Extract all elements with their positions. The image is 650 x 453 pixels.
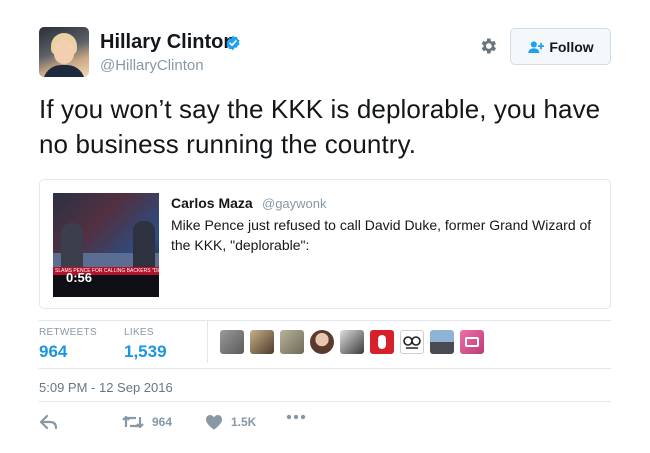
liker-avatar[interactable] bbox=[370, 330, 394, 354]
add-user-icon bbox=[528, 40, 545, 53]
timestamp[interactable]: 5:09 PM - 12 Sep 2016 bbox=[39, 380, 173, 395]
liker-avatar[interactable] bbox=[460, 330, 484, 354]
video-thumbnail[interactable]: SLAMS PENCE FOR CALLING BACKERS "DEPLORA… bbox=[53, 193, 159, 297]
avatar[interactable] bbox=[39, 27, 89, 77]
follow-button[interactable]: Follow bbox=[510, 28, 611, 65]
quoted-author-handle[interactable]: @gaywonk bbox=[262, 196, 327, 211]
liker-avatar[interactable] bbox=[400, 330, 424, 354]
reply-button[interactable] bbox=[39, 414, 59, 430]
liker-avatar[interactable] bbox=[340, 330, 364, 354]
author-handle[interactable]: @HillaryClinton bbox=[100, 57, 204, 74]
retweets-label[interactable]: RETWEETS bbox=[39, 327, 97, 338]
heart-icon bbox=[206, 415, 222, 430]
retweet-count: 964 bbox=[152, 415, 173, 429]
liker-avatar[interactable] bbox=[280, 330, 304, 354]
more-button[interactable] bbox=[286, 414, 306, 420]
quoted-tweet-card[interactable]: SLAMS PENCE FOR CALLING BACKERS "DEPLORA… bbox=[39, 179, 611, 309]
tweet-text: If you won’t say the KKK is deplorable, … bbox=[39, 94, 601, 159]
like-button[interactable]: 1.5K bbox=[205, 414, 256, 430]
like-count: 1.5K bbox=[231, 415, 257, 429]
quoted-author-name[interactable]: Carlos Maza bbox=[171, 195, 253, 211]
divider bbox=[39, 401, 611, 402]
more-dots-icon bbox=[286, 414, 306, 420]
video-duration: 0:56 bbox=[66, 270, 93, 285]
reply-icon bbox=[39, 414, 58, 430]
retweet-button[interactable]: 964 bbox=[122, 414, 172, 430]
liker-avatar[interactable] bbox=[310, 330, 334, 354]
verified-badge-icon bbox=[226, 35, 240, 51]
likes-label[interactable]: LIKES bbox=[124, 327, 154, 338]
quoted-tweet-text: Mike Pence just refused to call David Du… bbox=[171, 217, 592, 253]
divider bbox=[39, 320, 611, 321]
retweets-count[interactable]: 964 bbox=[39, 342, 67, 362]
divider bbox=[39, 368, 611, 369]
retweet-icon bbox=[122, 415, 144, 429]
display-name[interactable]: Hillary Clinton bbox=[100, 31, 236, 54]
follow-label: Follow bbox=[549, 38, 594, 55]
likes-count[interactable]: 1,539 bbox=[124, 342, 167, 362]
gear-icon[interactable] bbox=[478, 36, 498, 56]
liker-avatar[interactable] bbox=[220, 330, 244, 354]
stats-separator bbox=[207, 321, 208, 363]
liker-avatar[interactable] bbox=[430, 330, 454, 354]
liker-avatar[interactable] bbox=[250, 330, 274, 354]
